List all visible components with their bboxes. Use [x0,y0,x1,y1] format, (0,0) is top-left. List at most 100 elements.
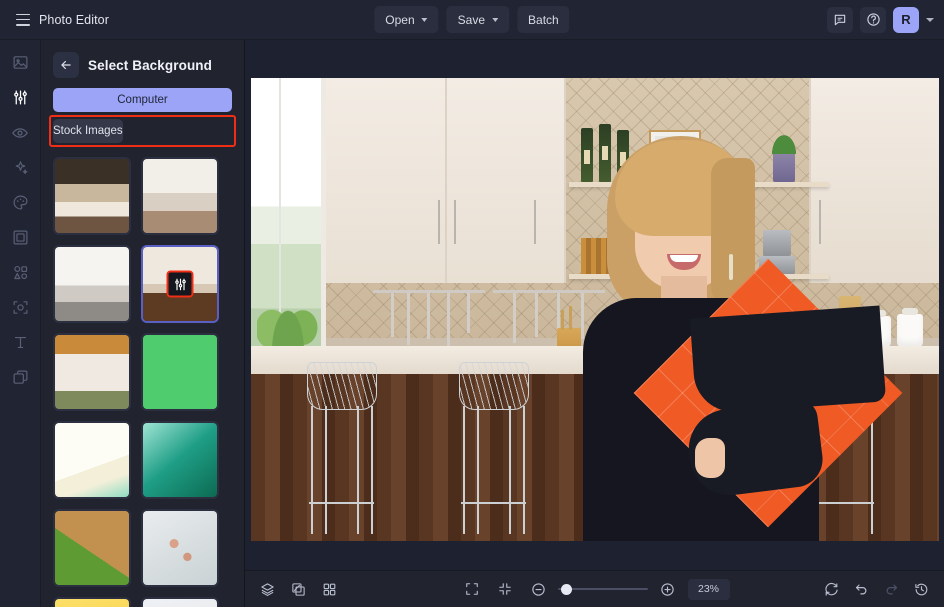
upper-cabinets-left [326,78,566,283]
app-title: Photo Editor [39,12,109,27]
thumb-kitchen-white-counter [55,247,129,321]
zoom-out-button[interactable] [526,577,551,602]
sidebar-item-cutout[interactable] [6,293,35,322]
zoom-slider[interactable] [557,582,648,596]
eye-retouch-icon [12,127,28,138]
window-plant [257,273,319,351]
history-icon [915,583,928,595]
thumb-green-screen [143,335,217,409]
zoom-controls: 23% [460,577,730,602]
hamburger-icon [16,13,30,26]
arrow-left-icon [61,60,71,70]
sidebar-item-color[interactable] [6,188,35,217]
thumb-marble-shells [143,511,217,585]
app-menu-button[interactable]: Photo Editor [4,6,119,34]
edited-photo[interactable] [251,78,939,541]
zoom-out-icon [531,582,545,596]
source-tabs: Computer Stock Images [41,88,244,147]
bar-stool-2 [451,362,536,534]
adjustments-icon [174,278,186,290]
thumbnail-grid[interactable] [41,157,244,607]
chevron-down-icon[interactable] [926,17,934,22]
sidebar-item-layers[interactable] [6,363,35,392]
zoom-in-icon [660,582,674,596]
fit-screen-button[interactable] [493,577,518,602]
chevron-down-icon [492,18,499,22]
batch-button[interactable]: Batch [517,6,570,33]
thumb-kitchen-warm-wood [55,159,129,233]
sidebar-item-image[interactable] [6,48,35,77]
thumb-grass-wood-diagonal [55,511,129,585]
chevron-down-icon [421,18,428,22]
shapes-icon [13,265,27,280]
slider-knob[interactable] [561,583,572,595]
page-title: Select Background [88,57,212,73]
list-item[interactable] [141,333,219,411]
bottom-toolbar: 23% [245,570,944,607]
zoom-in-button[interactable] [655,577,680,602]
back-button[interactable] [53,52,79,78]
sidebar-item-retouch[interactable] [6,118,35,147]
save-button[interactable]: Save [446,6,510,33]
sweater-front-overlap [689,305,887,415]
redo-button[interactable] [879,577,904,602]
sidebar-item-effects[interactable] [6,153,35,182]
grid-icon [323,583,336,595]
help-icon [866,13,880,26]
batch-label: Batch [528,12,559,27]
tab-computer[interactable]: Computer [53,88,232,112]
top-center-actions: Open Save Batch [374,6,570,33]
fit-screen-icon [499,583,511,595]
counter-jar-2 [897,308,923,348]
open-button[interactable]: Open [374,6,439,33]
sidebar-item-shapes[interactable] [6,258,35,287]
earring [729,254,733,280]
grid-button[interactable] [317,577,342,602]
history-button[interactable] [909,577,934,602]
layers-copy-icon [13,370,27,384]
sidebar-item-adjust[interactable] [6,83,35,112]
selected-thumb-overlay [166,270,194,298]
list-item[interactable] [53,157,131,235]
layers-button[interactable] [255,577,280,602]
zoom-level-value[interactable]: 23% [687,578,730,600]
save-label: Save [457,12,486,27]
sidebar-item-frame[interactable] [6,223,35,252]
zoom-slider-group [526,577,680,602]
compare-icon [292,582,305,596]
upper-cabinets-right [809,78,939,283]
bottom-left-tools [255,577,342,602]
compare-button[interactable] [286,577,311,602]
thumb-house-autumn [55,335,129,409]
top-right-actions: R [827,6,944,33]
list-item[interactable] [53,421,131,499]
list-item[interactable] [141,509,219,587]
bar-stool-1 [299,362,384,534]
tab-stock-images[interactable]: Stock Images [53,119,123,143]
list-item-selected[interactable] [141,245,219,323]
palette-icon [13,195,27,210]
user-avatar[interactable]: R [893,6,919,33]
list-item[interactable] [141,421,219,499]
thumb-light-grey-gradient [143,599,217,607]
adjustments-icon [13,90,27,105]
list-item[interactable] [141,157,219,235]
help-button[interactable] [860,6,886,33]
list-item[interactable] [53,245,131,323]
hand [695,438,725,478]
list-item[interactable] [53,509,131,587]
list-item[interactable] [141,597,219,607]
subject-person [569,136,903,541]
list-item[interactable] [53,333,131,411]
text-icon [14,336,26,349]
list-item[interactable] [53,597,131,607]
hair-front [615,140,755,308]
undo-button[interactable] [849,577,874,602]
canvas-stage[interactable] [245,40,944,570]
fullscreen-button[interactable] [460,577,485,602]
sidebar-item-text[interactable] [6,328,35,357]
photo-editor-app: Photo Editor Open Save Batch R Select Ba… [0,0,944,607]
bottom-right-tools [819,577,934,602]
feedback-button[interactable] [827,6,853,33]
reset-button[interactable] [819,577,844,602]
